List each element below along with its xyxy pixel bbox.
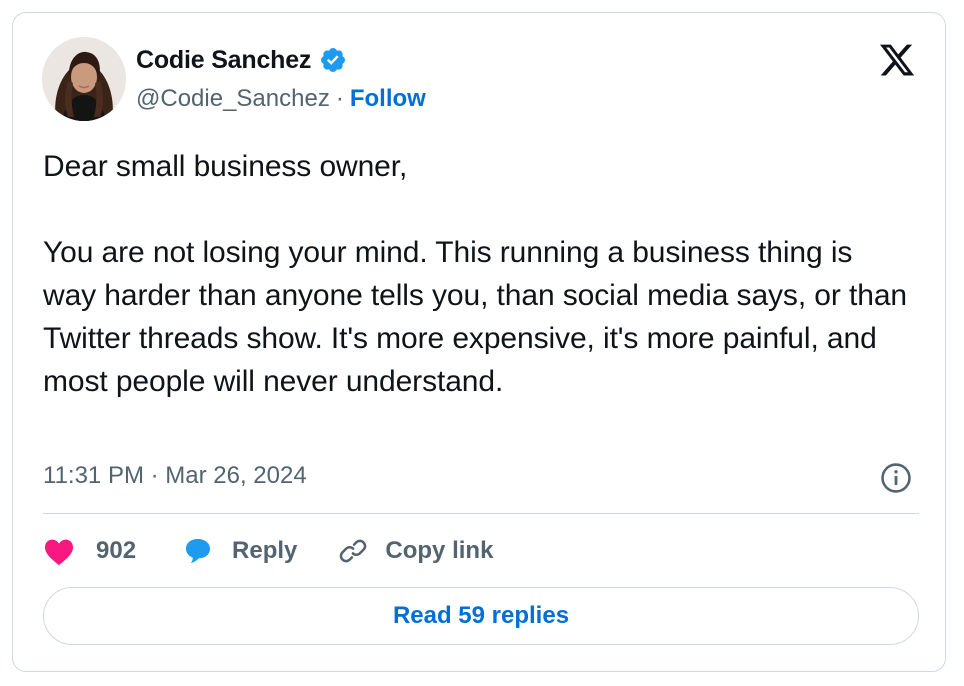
speech-bubble-icon xyxy=(182,535,214,567)
separator-dot: · xyxy=(335,85,344,112)
x-logo-icon[interactable] xyxy=(877,41,917,79)
author-name-row: Codie Sanchez xyxy=(136,43,347,77)
copy-link-button[interactable]: Copy link xyxy=(337,535,493,567)
action-bar: 902 Reply Copy link xyxy=(43,531,493,571)
follow-button[interactable]: Follow xyxy=(350,85,426,113)
author-handle[interactable]: @Codie_Sanchez xyxy=(136,85,330,113)
avatar[interactable] xyxy=(42,37,126,121)
read-replies-button[interactable]: Read 59 replies xyxy=(43,587,919,645)
link-icon xyxy=(337,535,369,567)
like-count: 902 xyxy=(96,537,137,564)
heart-icon xyxy=(43,536,75,566)
tweet-timestamp[interactable]: 11:31 PM · Mar 26, 2024 xyxy=(43,462,307,490)
reply-button[interactable]: Reply xyxy=(182,535,297,567)
reply-label: Reply xyxy=(232,537,298,564)
info-icon[interactable] xyxy=(879,461,913,495)
handle-row: @Codie_Sanchez · Follow xyxy=(136,83,426,115)
verified-badge-icon[interactable] xyxy=(319,46,347,74)
avatar-photo-icon xyxy=(42,37,126,121)
copy-link-label: Copy link xyxy=(385,537,494,564)
divider xyxy=(43,513,919,514)
author-name[interactable]: Codie Sanchez xyxy=(136,46,311,75)
tweet-embed-card: Codie Sanchez @Codie_Sanchez · Follow De… xyxy=(12,12,946,672)
tweet-text: Dear small business owner, You are not l… xyxy=(43,150,907,398)
like-button[interactable]: 902 xyxy=(43,536,136,566)
